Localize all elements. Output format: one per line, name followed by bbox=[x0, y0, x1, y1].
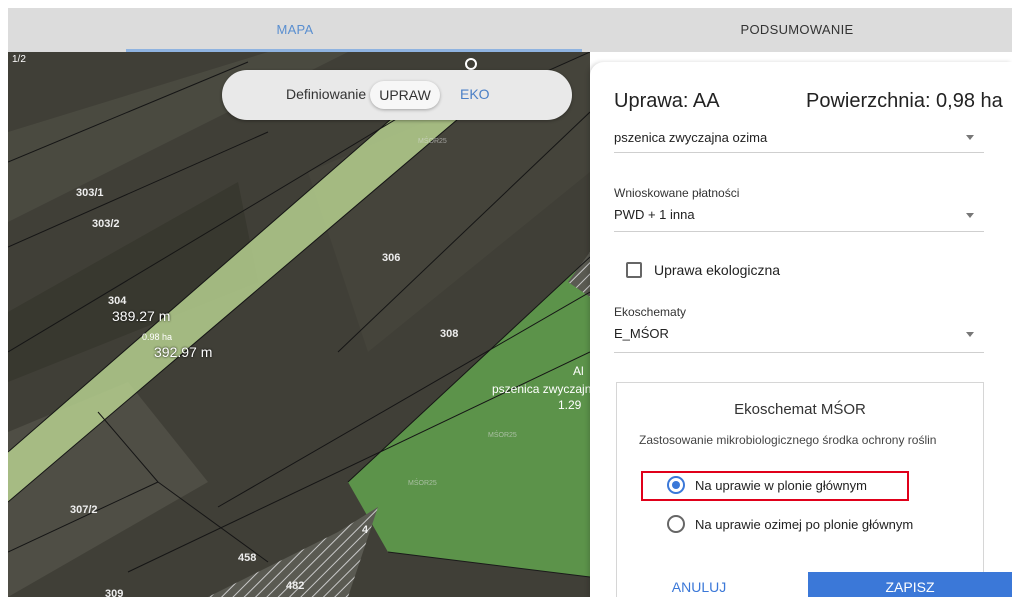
mode-toggle: Definiowanie UPRAW EKO bbox=[222, 70, 572, 120]
parcel-label: 308 bbox=[440, 328, 459, 340]
parcel-label: 482 bbox=[286, 580, 305, 592]
organic-checkbox-label[interactable]: Uprawa ekologiczna bbox=[654, 262, 780, 278]
field-underline bbox=[614, 352, 984, 353]
payments-select[interactable]: Wnioskowane płatności PWD + 1 inna bbox=[614, 186, 984, 232]
crop-map-area: 1.29 bbox=[558, 398, 582, 412]
top-tab-bar: MAPA PODSUMOWANIE bbox=[8, 8, 1012, 52]
mode-upraw-button[interactable]: UPRAW bbox=[370, 81, 440, 109]
tab-mapa[interactable]: MAPA bbox=[8, 8, 582, 52]
radio-button-selected[interactable] bbox=[667, 476, 685, 494]
crop-details-panel: Uprawa: AA Powierzchnia: 0,98 ha pszenic… bbox=[590, 62, 1012, 597]
panel-area: Powierzchnia: 0,98 ha bbox=[806, 90, 1003, 112]
crop-select[interactable]: pszenica zwyczajna ozima bbox=[614, 130, 984, 154]
radio-main-crop-label: Na uprawie w plonie głównym bbox=[695, 478, 867, 493]
map-view[interactable]: 1/2 303/1 303/2 306 304 308 307/2 458 48… bbox=[8, 52, 590, 597]
parcel-label: 309 bbox=[105, 588, 124, 597]
field-underline bbox=[614, 152, 984, 153]
organic-checkbox[interactable] bbox=[626, 262, 642, 278]
ecoscheme-box-title: Ekoschemat MŚOR bbox=[734, 401, 866, 418]
parcel-label: 1/2 bbox=[12, 54, 26, 65]
parcel-label: 307/2 bbox=[70, 504, 98, 516]
area-label: 0.98 ha bbox=[142, 332, 173, 342]
payments-value: PWD + 1 inna bbox=[614, 207, 695, 222]
measurement-label: 389.27 m bbox=[112, 308, 171, 324]
parcel-label: 304 bbox=[108, 295, 127, 307]
ecoschemes-value: E_MŚOR bbox=[614, 326, 669, 341]
crop-select-value: pszenica zwyczajna ozima bbox=[614, 130, 768, 145]
parcel-label: 303/1 bbox=[76, 187, 104, 199]
parcel-label: 4 bbox=[362, 524, 369, 536]
measurement-label: 392.97 m bbox=[154, 344, 213, 360]
hatch-watermark: MŚOR25 bbox=[408, 480, 437, 487]
mode-eko-button[interactable]: EKO bbox=[460, 86, 490, 102]
mode-toggle-label: Definiowanie bbox=[286, 86, 367, 102]
chevron-down-icon bbox=[966, 332, 974, 337]
ecoschemes-label: Ekoschematy bbox=[614, 305, 687, 319]
crop-map-code: Al bbox=[573, 364, 584, 378]
panel-title: Uprawa: AA bbox=[614, 90, 720, 112]
parcel-label: 303/2 bbox=[92, 218, 120, 230]
ecoschemes-select[interactable]: Ekoschematy E_MŚOR bbox=[614, 305, 984, 353]
tab-podsumowanie[interactable]: PODSUMOWANIE bbox=[582, 8, 1012, 52]
hatch-watermark: MŚOR25 bbox=[488, 432, 517, 439]
payments-label: Wnioskowane płatności bbox=[614, 186, 740, 200]
crop-map-label: pszenica zwyczajna bbox=[492, 382, 590, 396]
parcel-label: 458 bbox=[238, 552, 257, 564]
radio-button[interactable] bbox=[667, 515, 685, 533]
hatch-watermark: MŚOR25 bbox=[418, 138, 447, 145]
chevron-down-icon bbox=[966, 135, 974, 140]
cancel-button[interactable]: ANULUJ bbox=[590, 572, 808, 597]
parcel-label: 306 bbox=[382, 252, 401, 264]
chevron-down-icon bbox=[966, 213, 974, 218]
save-button[interactable]: ZAPISZ bbox=[808, 572, 1012, 597]
field-underline bbox=[614, 231, 984, 232]
ecoscheme-mśor-box: Ekoschemat MŚOR Zastosowanie mikrobiolog… bbox=[616, 382, 984, 597]
ecoscheme-box-description: Zastosowanie mikrobiologicznego środka o… bbox=[639, 433, 937, 447]
radio-winter-crop-label: Na uprawie ozimej po plonie głównym bbox=[695, 517, 914, 532]
